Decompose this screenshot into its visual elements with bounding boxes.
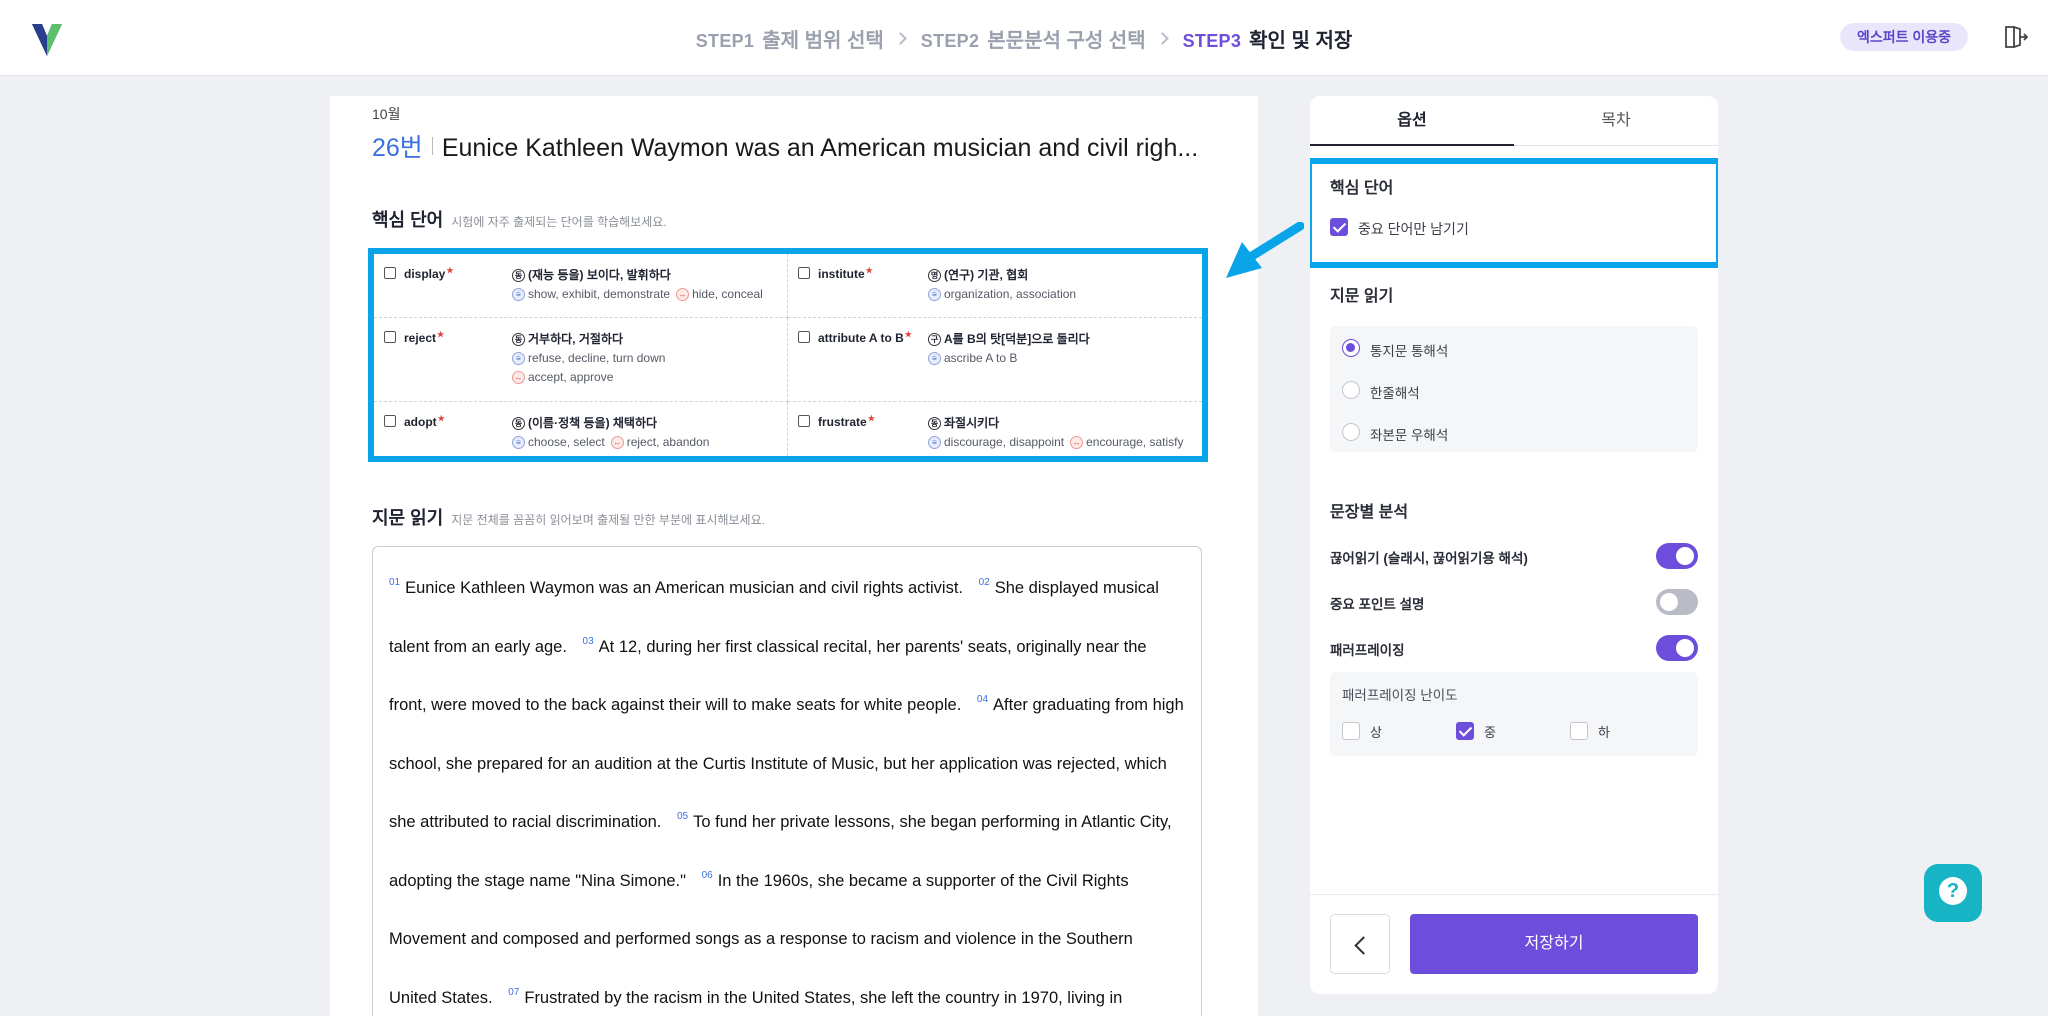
vocab-word: institute★ [818, 266, 873, 281]
toggle-row-chunk-reading: 끊어읽기 (슬래시, 끊어읽기용 해석) [1330, 543, 1698, 569]
vocab-checkbox[interactable] [798, 415, 810, 427]
vocab-word: adopt★ [404, 414, 445, 429]
vocab-heading: 핵심 단어 시험에 자주 출제되는 단어를 학습해보세요. [372, 210, 667, 230]
panel-tabs: 옵션 목차 [1310, 96, 1718, 146]
divider [1310, 894, 1718, 895]
important-mark: ★ [867, 414, 875, 423]
difficulty-label: 상 [1370, 725, 1382, 740]
radio-label: 통지문 통해석 [1370, 344, 1449, 359]
step-3[interactable]: STEP3 확인 및 저장 [1183, 24, 1353, 53]
sentence: 07 Frustrated by the racism in the United… [508, 986, 1123, 1007]
vocab-checkbox[interactable] [798, 267, 810, 279]
vocab-word: display★ [404, 266, 454, 281]
main-content: 10월 26번 Eunice Kathleen Waymon was an Ame… [330, 96, 1258, 1016]
vocab-table: display★ 동 (재능 등을) 보이다, 발휘하다 ≡ show, exhib… [368, 248, 1208, 462]
vocab-word: attribute A to B★ [818, 330, 912, 345]
save-button[interactable]: 저장하기 [1410, 914, 1698, 974]
step-1[interactable]: STEP1 출제 범위 선택 [696, 24, 884, 53]
difficulty-label: 중 [1484, 725, 1496, 740]
chevron-right-icon [893, 32, 907, 45]
radio-side-by-side[interactable] [1342, 423, 1360, 441]
paraphrasing-toggle[interactable] [1656, 635, 1698, 661]
step-2[interactable]: STEP2 본문분석 구성 선택 [921, 24, 1146, 53]
logout-icon[interactable] [2002, 24, 2028, 50]
important-mark: ★ [437, 414, 445, 423]
vocab-item: institute★ 명 (연구) 기관, 협회 ≡ organization, a… [788, 254, 1202, 318]
vocab-option-title: 핵심 단어 [1330, 180, 1394, 197]
paraphrasing-difficulty: 패러프레이징 난이도 상 중 하 [1330, 672, 1698, 756]
reading-heading: 지문 읽기 지문 전체를 꼼꼼히 읽어보며 출제될 만한 부분에 표시해보세요. [372, 508, 765, 528]
reading-mode-group: 통지문 통해석 한줄해석 좌본문 우해석 [1330, 326, 1698, 452]
important-only-checkbox[interactable] [1330, 218, 1348, 236]
vocab-checkbox[interactable] [384, 415, 396, 427]
pointer-arrow-icon [1226, 222, 1304, 278]
reading-passage: 01 Eunice Kathleen Waymon was an American… [372, 546, 1202, 1016]
toggle-row-key-points: 중요 포인트 설명 [1330, 589, 1698, 615]
back-button[interactable] [1330, 914, 1390, 974]
question-number: 26번 [372, 134, 423, 162]
exam-month: 10월 [372, 106, 401, 122]
sentence: 01 Eunice Kathleen Waymon was an American… [389, 577, 964, 598]
sentence: 04 After graduating from high school, she… [389, 694, 1184, 832]
vocab-item: frustrate★ 동 좌절시키다 ≡ discourage, disappoin… [788, 402, 1202, 456]
chunk-reading-toggle[interactable] [1656, 543, 1698, 569]
reading-option-title: 지문 읽기 [1330, 288, 1394, 305]
difficulty-low-checkbox[interactable] [1570, 722, 1588, 740]
help-chat-button[interactable]: ? [1924, 864, 1982, 922]
sentence: 06 In the 1960s, she became a supporter o… [389, 869, 1133, 1007]
important-only-label: 중요 단어만 남기기 [1358, 221, 1469, 237]
vocab-item: attribute A to B★ 구 A를 B의 탓[덕분]으로 돌리다 ≡ as… [788, 318, 1202, 402]
vocab-word: frustrate★ [818, 414, 875, 429]
toggle-row-paraphrasing: 패러프레이징 [1330, 635, 1698, 661]
radio-label: 한줄해석 [1370, 386, 1420, 401]
radio-line-translation[interactable] [1342, 381, 1360, 399]
divider [431, 137, 433, 155]
tab-options[interactable]: 옵션 [1310, 96, 1514, 146]
vocab-checkbox[interactable] [798, 331, 810, 343]
vocab-item: display★ 동 (재능 등을) 보이다, 발휘하다 ≡ show, exhib… [374, 254, 788, 318]
key-points-toggle[interactable] [1656, 589, 1698, 615]
question-title-text: Eunice Kathleen Waymon was an American m… [441, 134, 1199, 162]
top-header: STEP1 출제 범위 선택 STEP2 본문분석 구성 선택 STEP3 확인 및 저장… [0, 0, 2048, 76]
vocab-item: reject★ 동 거부하다, 거절하다 ≡ refuse, decline, tu… [374, 318, 788, 402]
difficulty-title: 패러프레이징 난이도 [1342, 688, 1458, 703]
important-mark: ★ [446, 266, 454, 275]
chevron-right-icon [1155, 32, 1169, 45]
radio-full-translation[interactable] [1342, 339, 1360, 357]
difficulty-label: 하 [1598, 725, 1610, 740]
tab-contents[interactable]: 목차 [1514, 96, 1718, 146]
radio-label: 좌본문 우해석 [1370, 428, 1449, 443]
difficulty-high-checkbox[interactable] [1342, 722, 1360, 740]
vocab-word: reject★ [404, 330, 445, 345]
question-icon: ? [1939, 877, 1967, 905]
question-title: 26번 Eunice Kathleen Waymon was an America… [372, 128, 1232, 164]
important-mark: ★ [865, 266, 873, 275]
important-mark: ★ [437, 330, 445, 339]
vocab-checkbox[interactable] [384, 331, 396, 343]
difficulty-mid-checkbox[interactable] [1456, 722, 1474, 740]
vocab-checkbox[interactable] [384, 267, 396, 279]
step-indicator: STEP1 출제 범위 선택 STEP2 본문분석 구성 선택 STEP3 확인 및 저장 [0, 24, 2048, 53]
sentence-analysis-title: 문장별 분석 [1330, 504, 1409, 521]
options-panel: 옵션 목차 핵심 단어 중요 단어만 남기기 지문 읽기 통지문 통해석 한줄해… [1310, 96, 1718, 994]
vocab-item: adopt★ 동 (이름·정책 등을) 채택하다 ≡ choose, select ↔… [374, 402, 788, 456]
expert-badge: 엑스퍼트 이용중 [1839, 23, 1968, 51]
important-mark: ★ [904, 330, 912, 339]
